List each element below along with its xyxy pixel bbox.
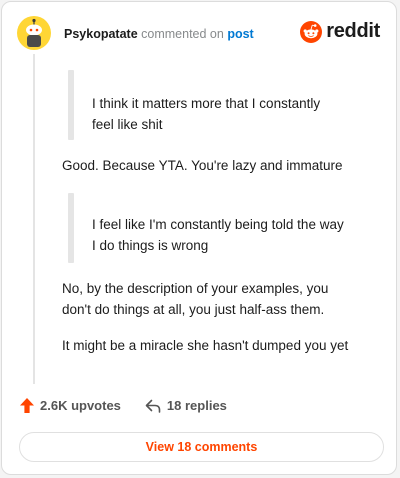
replies-count: 18 replies — [166, 398, 227, 413]
reply-2-line-2: don't do things at all, you just half-as… — [62, 302, 325, 317]
reply-2: No, by the description of your examples,… — [62, 278, 328, 320]
upvote-arrow-icon — [20, 398, 34, 413]
username-link[interactable]: Psykopatate — [64, 27, 138, 41]
reply-2-line-1: No, by the description of your examples,… — [62, 281, 329, 296]
quote-2-line-1: I feel like I'm constantly being told th… — [92, 217, 344, 232]
action-text: commented on — [141, 27, 224, 41]
reddit-wordmark: reddit — [326, 20, 380, 42]
quote-2-line-2: I do things is wrong — [92, 238, 209, 253]
upvote-count: 2.6K upvotes — [40, 398, 121, 413]
replies-button[interactable]: 18 replies — [145, 398, 227, 413]
quote-1: I think it matters more that I constantl… — [92, 93, 320, 135]
reddit-logo-icon — [300, 20, 323, 43]
comment-card: Psykopatate commented on post reddit I t… — [1, 1, 397, 475]
quote-bar — [68, 193, 74, 263]
quote-1-line-1: I think it matters more that I constantl… — [92, 96, 321, 111]
reply-3: It might be a miracle she hasn't dumped … — [62, 338, 349, 353]
view-comments-button[interactable]: View 18 comments — [19, 432, 384, 462]
comment-header: Psykopatate commented on post — [64, 26, 254, 42]
reply-1: Good. Because YTA. You're lazy and immat… — [62, 158, 343, 173]
thread-line[interactable] — [33, 54, 35, 384]
quote-1-line-2: feel like shit — [92, 117, 163, 132]
upvote-button[interactable]: 2.6K upvotes — [20, 398, 121, 413]
avatar[interactable] — [17, 16, 51, 50]
reply-arrow-icon — [145, 399, 161, 413]
quote-2: I feel like I'm constantly being told th… — [92, 214, 344, 256]
quote-bar — [68, 70, 74, 140]
reddit-brand[interactable]: reddit — [300, 20, 380, 43]
comment-footer: 2.6K upvotes 18 replies — [20, 398, 227, 413]
post-link[interactable]: post — [227, 27, 253, 41]
